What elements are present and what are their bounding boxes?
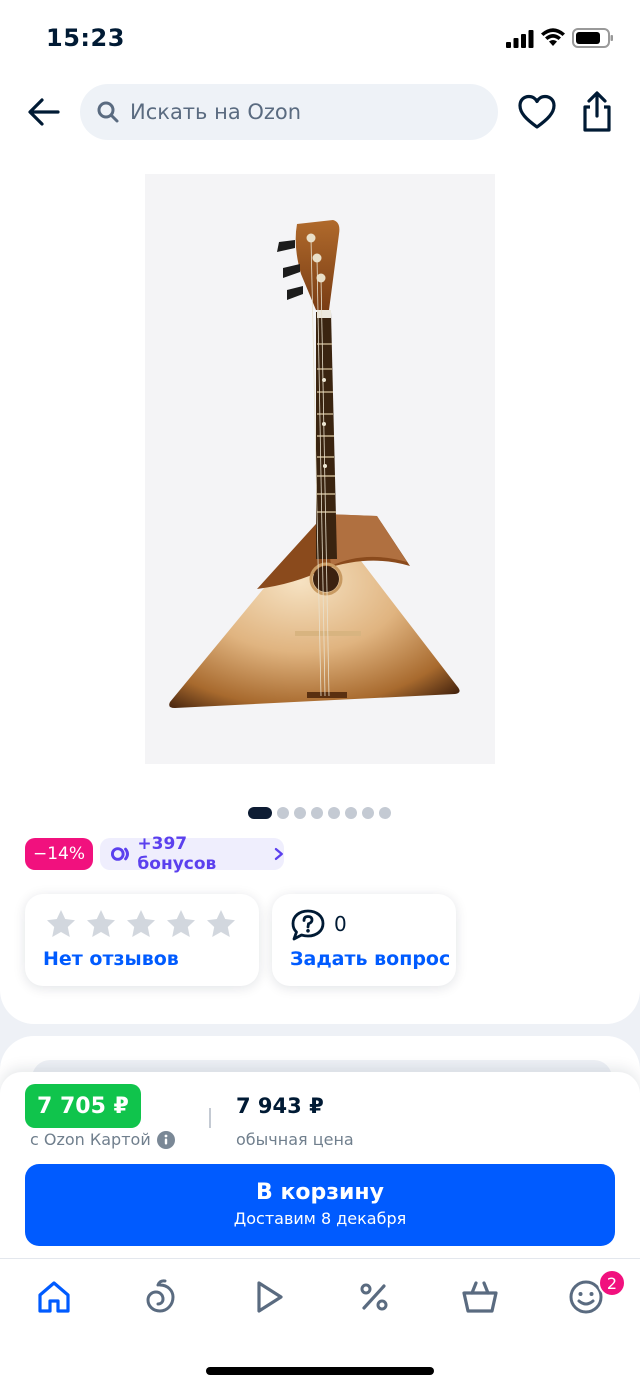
questions-count: 0 [334, 912, 347, 936]
no-reviews-link[interactable]: Нет отзывов [43, 948, 179, 970]
discount-badge: −14% [25, 838, 93, 870]
ozon-card-label: с Ozon Картой [30, 1130, 151, 1149]
delivery-date: Доставим 8 декабря [233, 1209, 407, 1228]
ozon-card-label-row[interactable]: с Ozon Картой [30, 1130, 175, 1149]
product-image-balalaika[interactable] [145, 174, 495, 764]
bonus-points-icon [110, 847, 129, 861]
carousel-dot[interactable] [328, 807, 340, 819]
reviews-box[interactable]: Нет отзывов [25, 894, 259, 986]
carousel-dot[interactable] [362, 807, 374, 819]
carousel-dot[interactable] [294, 807, 306, 819]
tab-video-play-icon[interactable] [248, 1277, 288, 1317]
status-bar: 15:23 [0, 0, 640, 76]
star-icon [207, 910, 235, 937]
question-bubble-icon [291, 909, 325, 941]
top-nav: Искать на Ozon [0, 76, 640, 156]
carousel-dot[interactable] [277, 807, 289, 819]
add-to-cart-label: В корзину [256, 1180, 384, 1205]
bottom-tab-bar: 2 [0, 1258, 640, 1386]
rating-stars [45, 908, 237, 940]
tab-discounts-icon[interactable] [354, 1277, 394, 1317]
back-arrow-icon[interactable] [24, 92, 64, 132]
search-bar[interactable]: Искать на Ozon [80, 84, 498, 140]
carousel-dot[interactable] [248, 807, 272, 819]
tab-fresh-icon[interactable] [140, 1277, 180, 1317]
share-icon[interactable] [578, 90, 616, 134]
battery-icon [572, 28, 613, 48]
search-placeholder: Искать на Ozon [130, 100, 302, 124]
star-icon [87, 910, 115, 937]
carousel-dot[interactable] [345, 807, 357, 819]
ask-question-link[interactable]: Задать вопрос [290, 948, 450, 970]
price-bar: 7 705 ₽ с Ozon Картой 7 943 ₽ обычная це… [0, 1072, 640, 1258]
cellular-signal-icon [506, 30, 534, 48]
star-icon [167, 910, 195, 937]
ozon-card-price: 7 705 ₽ [25, 1084, 141, 1128]
notification-count-badge: 2 [598, 1269, 626, 1297]
info-icon[interactable] [156, 1130, 175, 1149]
product-page: 15:23 Искать на Ozon −14% +397 бонусов Н… [0, 0, 640, 1386]
carousel-dot[interactable] [311, 807, 323, 819]
home-indicator[interactable] [206, 1367, 434, 1375]
add-to-cart-button[interactable]: В корзину Доставим 8 декабря [25, 1164, 615, 1246]
bonus-text: +397 бонусов [137, 834, 217, 874]
wifi-icon [541, 28, 565, 46]
regular-price-label: обычная цена [236, 1130, 354, 1149]
star-icon [127, 910, 155, 937]
tab-cart-basket-icon[interactable] [460, 1277, 500, 1317]
carousel-dot[interactable] [379, 807, 391, 819]
status-time: 15:23 [46, 24, 125, 52]
bonus-badge[interactable]: +397 бонусов [100, 834, 284, 874]
carousel-dots[interactable] [248, 806, 391, 820]
price-divider [209, 1108, 211, 1128]
tab-home-icon[interactable] [34, 1277, 74, 1317]
star-icon [47, 910, 75, 937]
favorite-heart-icon[interactable] [516, 92, 558, 132]
regular-price: 7 943 ₽ [236, 1094, 324, 1118]
chevron-right-icon [275, 847, 284, 861]
questions-box[interactable]: 0 Задать вопрос [272, 894, 456, 986]
product-card: −14% +397 бонусов Нет отзывов 0 Задать в… [0, 156, 640, 1024]
search-icon [97, 101, 119, 123]
